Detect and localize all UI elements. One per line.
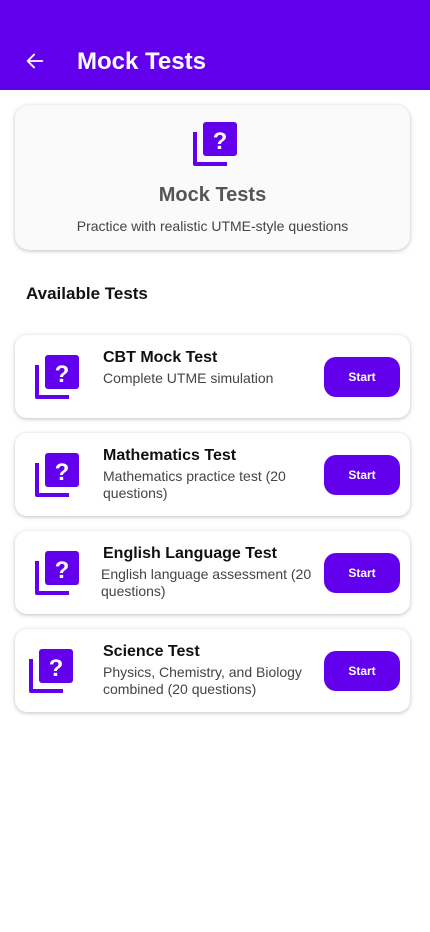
quiz-icon: ? (35, 551, 79, 595)
svg-text:?: ? (213, 128, 228, 155)
page-title: Mock Tests (77, 48, 206, 75)
app-bar: Mock Tests (0, 0, 430, 90)
quiz-icon: ? (29, 649, 73, 693)
hero-subtitle: Practice with realistic UTME-style quest… (76, 218, 349, 234)
hero-card: ? Mock Tests Practice with realistic UTM… (15, 105, 410, 250)
svg-text:?: ? (55, 557, 70, 584)
test-title: Science Test (103, 643, 200, 660)
test-card-cbt[interactable]: ? CBT Mock Test Complete UTME simulation… (15, 335, 410, 418)
hero-title: Mock Tests (158, 184, 267, 206)
svg-text:?: ? (55, 361, 70, 388)
test-card-mathematics[interactable]: ? Mathematics Test Mathematics practice … (15, 433, 410, 516)
start-button-cbt[interactable]: Start (324, 357, 400, 397)
test-card-science[interactable]: ? Science Test Physics, Chemistry, and B… (15, 629, 410, 712)
start-button-science[interactable]: Start (324, 651, 400, 691)
section-title: Available Tests (26, 284, 148, 303)
test-title: CBT Mock Test (103, 349, 218, 366)
start-button-english[interactable]: Start (324, 553, 400, 593)
arrow-left-icon (26, 53, 44, 69)
test-title: English Language Test (103, 545, 277, 562)
test-description: Mathematics practice test (20 questions) (103, 468, 286, 501)
test-title: Mathematics Test (103, 447, 237, 464)
back-button[interactable] (20, 46, 50, 76)
test-card-english[interactable]: ? English Language Test English language… (15, 531, 410, 614)
quiz-icon: ? (35, 453, 79, 497)
test-description: Complete UTME simulation (103, 370, 274, 386)
svg-text:?: ? (49, 655, 64, 682)
quiz-icon: ? (35, 355, 79, 399)
start-button-mathematics[interactable]: Start (324, 455, 400, 495)
svg-text:?: ? (55, 459, 70, 486)
test-description: Physics, Chemistry, and Biology combined… (103, 664, 302, 697)
quiz-icon: ? (193, 122, 237, 166)
test-description: English language assessment (20 question… (101, 566, 312, 599)
